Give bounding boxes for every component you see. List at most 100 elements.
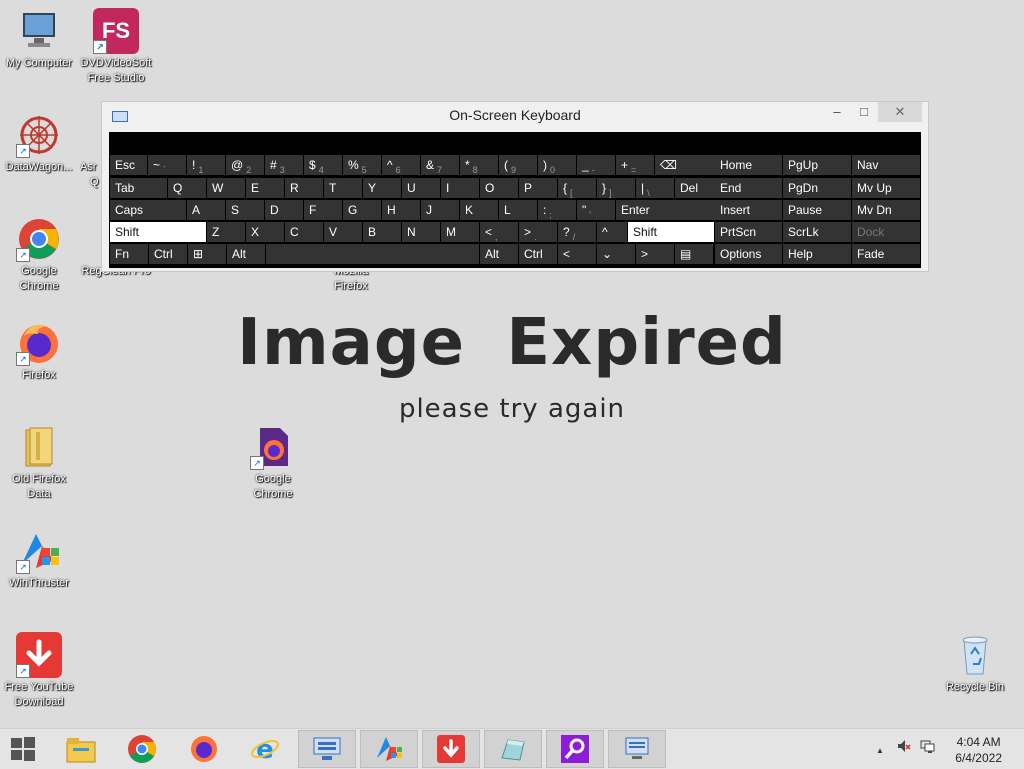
key-ctrl[interactable]: Ctrl [149, 244, 187, 264]
key-space[interactable] [266, 244, 479, 264]
taskbar-on-screen-keyboard[interactable] [298, 730, 356, 768]
key-r3-11[interactable]: " ' [577, 200, 615, 220]
key-r3-k[interactable]: K [460, 200, 498, 220]
key-fn[interactable]: Fn [110, 244, 148, 264]
key-r3-d[interactable]: D [265, 200, 303, 220]
key-insert[interactable]: Insert [715, 200, 782, 220]
key-r4-10[interactable]: ? / [558, 222, 596, 242]
key-r1-10[interactable]: (9 [499, 155, 537, 175]
key-r4-8[interactable]: <, [480, 222, 518, 242]
maximize-button[interactable]: □ [849, 102, 879, 122]
key-r4-x[interactable]: X [246, 222, 284, 242]
key-dock[interactable]: Dock [852, 222, 920, 242]
key-alt[interactable]: Alt [227, 244, 265, 264]
key-r2-tab[interactable]: Tab [110, 178, 167, 198]
key-end[interactable]: End [715, 178, 782, 198]
key-options[interactable]: Options [715, 244, 782, 264]
desktop-icon-free-youtube-download[interactable]: ↗ Free YouTube Download [0, 632, 79, 710]
taskbar-file-explorer[interactable] [52, 730, 110, 768]
key-r2-u[interactable]: U [402, 178, 440, 198]
key-fade[interactable]: Fade [852, 244, 920, 264]
key-r4-9[interactable]: >. [519, 222, 557, 242]
key-help[interactable]: Help [783, 244, 851, 264]
key-r1-8[interactable]: & 7 [421, 155, 459, 175]
key-r2-e[interactable]: E [246, 178, 284, 198]
key-r4-m[interactable]: M [441, 222, 479, 242]
taskbar-free-youtube-download[interactable] [422, 730, 480, 768]
taskbar-monitor-app[interactable] [608, 730, 666, 768]
key-r1-12[interactable]: _ - [577, 155, 615, 175]
key-r3-h[interactable]: H [382, 200, 420, 220]
key-r1-11[interactable]: ) 0 [538, 155, 576, 175]
key-r3-f[interactable]: F [304, 200, 342, 220]
taskbar-search-app[interactable] [546, 730, 604, 768]
desktop-icon-dvdvideosoft[interactable]: FS ↗ DVDVideoSoft Free Studio [76, 8, 156, 86]
key-r1-2[interactable]: ! 1 [187, 155, 225, 175]
key-r2-o[interactable]: O [480, 178, 518, 198]
key-menu[interactable]: ▤ [675, 244, 713, 264]
key-r3-a[interactable]: A [187, 200, 225, 220]
key-r3-enter[interactable]: Enter [616, 200, 720, 220]
key-r3-10[interactable]: :; [538, 200, 576, 220]
key-left[interactable]: < [558, 244, 596, 264]
close-button[interactable]: ✕ [878, 102, 922, 122]
key-prtscn[interactable]: PrtScn [715, 222, 782, 242]
key-mv-dn[interactable]: Mv Dn [852, 200, 920, 220]
key-r1-6[interactable]: % 5 [343, 155, 381, 175]
key-r4-11[interactable]: ^ [597, 222, 627, 242]
key-r4-b[interactable]: B [363, 222, 401, 242]
desktop-icon-datawagon[interactable]: ↗ DataWagon... [0, 112, 79, 175]
key-r2-11[interactable]: {[ [558, 178, 596, 198]
key-r1-14[interactable]: ⌫ [655, 155, 717, 175]
key-scrlk[interactable]: ScrLk [783, 222, 851, 242]
desktop-icon-recycle-bin[interactable]: Recycle Bin [935, 632, 1015, 695]
key-r2-y[interactable]: Y [363, 178, 401, 198]
desktop-icon-old-firefox-data[interactable]: Old Firefox Data [0, 424, 79, 502]
key-r2-12[interactable]: }] [597, 178, 635, 198]
key-mv-up[interactable]: Mv Up [852, 178, 920, 198]
desktop-icon-my-computer[interactable]: My Computer [0, 8, 79, 71]
key-r2-p[interactable]: P [519, 178, 557, 198]
key-r1-5[interactable]: $4 [304, 155, 342, 175]
key-alt-right[interactable]: Alt [480, 244, 518, 264]
key-r4-v[interactable]: V [324, 222, 362, 242]
key-r3-caps[interactable]: Caps [110, 200, 186, 220]
start-button[interactable] [0, 730, 46, 768]
key-r3-j[interactable]: J [421, 200, 459, 220]
minimize-button[interactable]: – [822, 102, 852, 122]
key-r4-z[interactable]: Z [207, 222, 245, 242]
desktop-icon-google-chrome-file[interactable]: ↗ Google Chrome [233, 424, 313, 502]
taskbar-chrome[interactable] [113, 730, 171, 768]
key-r1-3[interactable]: @2 [226, 155, 264, 175]
volume-muted-icon[interactable] [897, 740, 911, 753]
key-ctrl-right[interactable]: Ctrl [519, 244, 557, 264]
key-r1-13[interactable]: + = [616, 155, 654, 175]
key-pgdn[interactable]: PgDn [783, 178, 851, 198]
key-r1-9[interactable]: * 8 [460, 155, 498, 175]
on-screen-keyboard-window[interactable]: On-Screen Keyboard – □ ✕ Esc ~ `! 1 @2 #3 $4% 5… [101, 101, 929, 272]
key-r2-t[interactable]: T [324, 178, 362, 198]
taskbar-winthruster[interactable] [360, 730, 418, 768]
key-r2-q[interactable]: Q [168, 178, 206, 198]
key-r4-c[interactable]: C [285, 222, 323, 242]
taskbar-app[interactable] [484, 730, 542, 768]
desktop-icon-winthruster[interactable]: ↗ WinThruster [0, 528, 79, 591]
key-r2-13[interactable]: | \ [636, 178, 674, 198]
taskbar-internet-explorer[interactable]: e [236, 730, 294, 768]
key-home[interactable]: Home [715, 155, 782, 175]
desktop-icon-partial[interactable]: Asr Q [80, 112, 102, 190]
key-pause[interactable]: Pause [783, 200, 851, 220]
show-hidden-icons-button[interactable]: ▲ [876, 746, 884, 755]
key-r4-n[interactable]: N [402, 222, 440, 242]
key-r3-l[interactable]: L [499, 200, 537, 220]
network-icon[interactable] [920, 740, 935, 753]
key-right[interactable]: > [636, 244, 674, 264]
key-down[interactable]: ⌄ [597, 244, 635, 264]
taskbar-firefox[interactable] [175, 730, 233, 768]
key-r2-w[interactable]: W [207, 178, 245, 198]
key-nav[interactable]: Nav [852, 155, 920, 175]
desktop-icon-google-chrome[interactable]: ↗ Google Chrome [0, 216, 79, 294]
key-windows[interactable]: ⊞ [188, 244, 226, 264]
key-r1-4[interactable]: #3 [265, 155, 303, 175]
key-r4-shift-right[interactable]: Shift [628, 222, 714, 242]
